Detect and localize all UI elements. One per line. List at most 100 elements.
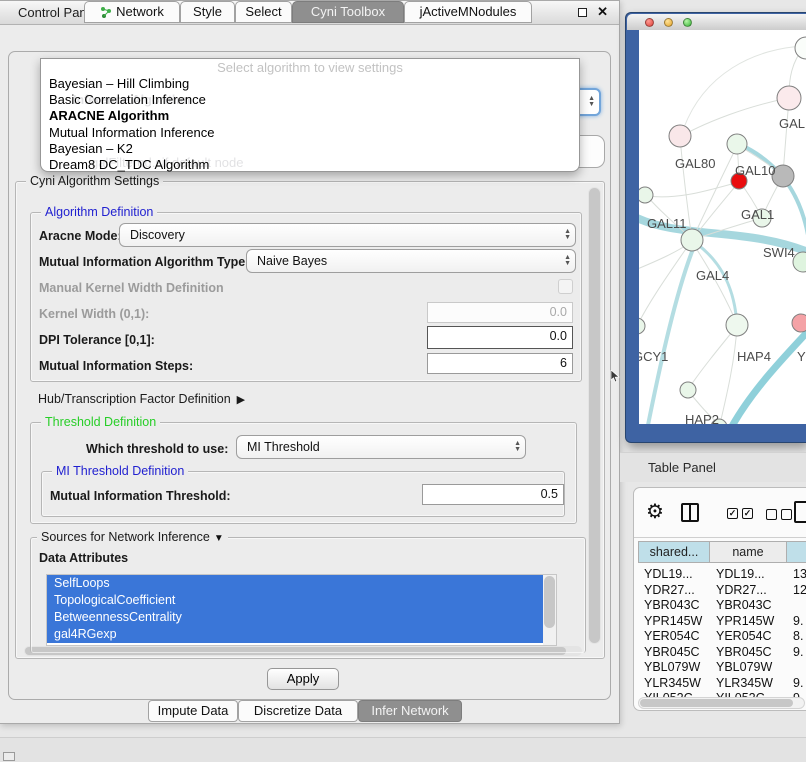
checked-checkbox-icon[interactable]: ✓ [727, 508, 738, 519]
table-cell[interactable]: YDL19... [644, 567, 710, 583]
table-cell[interactable]: YBL079W [716, 660, 787, 676]
network-node[interactable] [795, 37, 806, 59]
scrollbar-thumb[interactable] [544, 576, 555, 628]
table-cell[interactable]: YBR045C [716, 645, 787, 661]
unchecked-checkbox-icon[interactable] [766, 509, 777, 520]
mi-type-combo[interactable]: Naive Bayes ▲▼ [246, 249, 576, 273]
network-edge[interactable] [639, 240, 692, 326]
minimize-traffic-light-icon[interactable] [664, 18, 673, 27]
table-cell[interactable]: YDL19... [716, 567, 787, 583]
bottom-tab-impute-data[interactable]: Impute Data [148, 700, 238, 722]
network-edge[interactable] [647, 182, 739, 197]
column-header[interactable]: shared... [638, 541, 710, 563]
network-edge[interactable] [720, 326, 737, 424]
columns-icon[interactable] [681, 503, 699, 522]
column-header[interactable] [787, 541, 806, 563]
network-edge[interactable] [692, 242, 737, 324]
network-node-gal11[interactable] [639, 187, 653, 203]
network-node-gal[interactable] [777, 86, 801, 110]
document-icon[interactable] [794, 501, 806, 523]
scrollbar-thumb[interactable] [640, 699, 793, 707]
table-cell[interactable]: YBR045C [644, 645, 710, 661]
attribute-list-item[interactable]: BetweennessCentrality [47, 609, 543, 626]
table-cell[interactable]: 9. [793, 676, 806, 692]
which-threshold-combo[interactable]: MI Threshold ▲▼ [236, 435, 526, 459]
attribute-list-item[interactable]: SelfLoops [47, 575, 543, 592]
table-cell[interactable]: YDR27... [644, 583, 710, 599]
table-cell[interactable]: YDR27... [716, 583, 787, 599]
gear-icon[interactable]: ⚙ [646, 499, 664, 524]
network-node-gal10[interactable] [727, 134, 747, 154]
mi-threshold-label: Mutual Information Threshold: [50, 489, 231, 503]
network-view-window[interactable]: GALGAL80GAL10GAL1GAL11SWI4GAL4GCY1HAP4YH… [625, 12, 806, 443]
network-node-y[interactable] [792, 314, 806, 332]
dpi-tolerance-field[interactable]: 0.0 [427, 326, 573, 349]
dropdown-item[interactable]: Bayesian – K2 [49, 141, 571, 157]
bottom-tab-infer-network[interactable]: Infer Network [358, 700, 462, 722]
network-node-hap2[interactable] [680, 382, 696, 398]
list-scrollbar[interactable] [543, 575, 556, 645]
table-cell[interactable]: YLR345W [644, 676, 710, 692]
table-cell[interactable]: YBL079W [644, 660, 710, 676]
network-window-titlebar[interactable] [627, 14, 806, 30]
network-edge[interactable] [731, 326, 806, 424]
close-traffic-light-icon[interactable] [645, 18, 654, 27]
manual-kernel-checkbox[interactable] [558, 279, 573, 294]
node-label: GAL11 [647, 216, 687, 231]
kernel-width-field[interactable]: 0.0 [427, 302, 573, 323]
table-horizontal-scrollbar[interactable] [638, 697, 805, 709]
group-title: Algorithm Definition [41, 205, 157, 219]
mi-threshold-field[interactable]: 0.5 [422, 484, 564, 505]
network-canvas[interactable]: GALGAL80GAL10GAL1GAL11SWI4GAL4GCY1HAP4YH… [639, 30, 806, 424]
dropdown-item[interactable]: Dream8 DC_TDC Algorithm [49, 157, 571, 173]
scrollbar-thumb[interactable] [589, 188, 600, 643]
table-cell[interactable] [793, 660, 806, 676]
group-title: Threshold Definition [41, 415, 160, 429]
table-cell[interactable]: 12 [793, 583, 806, 599]
checked-checkbox-icon[interactable]: ✓ [742, 508, 753, 519]
network-node-gal4[interactable] [681, 229, 703, 251]
table-cell[interactable]: YER054C [644, 629, 710, 645]
settings-vertical-scrollbar[interactable] [588, 187, 601, 644]
network-edge[interactable] [681, 98, 789, 136]
resize-grip-icon[interactable] [3, 752, 15, 761]
table-cell[interactable]: YPR145W [644, 614, 710, 630]
bottom-tab-discretize-data[interactable]: Discretize Data [238, 700, 358, 722]
attribute-list-item[interactable]: gal4RGexp [47, 626, 543, 643]
tab-jactivemnodules[interactable]: jActiveMNodules [404, 1, 532, 23]
attribute-table: shared...nameYDL19...YDL19...13YDR27...Y… [638, 541, 806, 710]
table-cell[interactable]: YBR043C [716, 598, 787, 614]
tab-select[interactable]: Select [235, 1, 292, 23]
table-cell[interactable]: 8. [793, 629, 806, 645]
network-edge[interactable] [697, 244, 737, 326]
network-node-gal80[interactable] [669, 125, 691, 147]
hub-definition-expander[interactable]: Hub/Transcription Factor Definition▶ [38, 392, 245, 406]
tab-network[interactable]: Network [84, 1, 180, 23]
dropdown-item[interactable]: Bayesian – Hill Climbing [49, 76, 571, 92]
tab-style[interactable]: Style [180, 1, 235, 23]
table-cell[interactable]: 9. [793, 645, 806, 661]
aracne-mode-combo[interactable]: Discovery ▲▼ [119, 223, 576, 247]
attribute-list-item[interactable]: TopologicalCoefficient [47, 592, 543, 609]
dropdown-item[interactable]: Basic Correlation Inference [49, 92, 571, 108]
column-header[interactable]: name [710, 541, 787, 563]
mi-steps-field[interactable]: 6 [427, 353, 573, 374]
dropdown-item[interactable]: ARACNE Algorithm [49, 108, 571, 124]
table-cell[interactable]: YER054C [716, 629, 787, 645]
sources-group-title[interactable]: Sources for Network Inference▼ [37, 530, 228, 544]
table-cell[interactable]: 9. [793, 614, 806, 630]
zoom-traffic-light-icon[interactable] [683, 18, 692, 27]
network-node-swi4[interactable] [793, 252, 806, 272]
table-cell[interactable] [793, 598, 806, 614]
table-cell[interactable]: YPR145W [716, 614, 787, 630]
apply-button[interactable]: Apply [267, 668, 339, 690]
network-node-gcy1[interactable] [639, 318, 645, 334]
table-cell[interactable]: YLR345W [716, 676, 787, 692]
tab-cyni-toolbox[interactable]: Cyni Toolbox [292, 1, 404, 23]
dropdown-item[interactable]: Mutual Information Inference [49, 125, 571, 141]
unchecked-checkbox-icon[interactable] [781, 509, 792, 520]
network-node-hap4[interactable] [726, 314, 748, 336]
data-attributes-list[interactable]: SelfLoopsTopologicalCoefficientBetweenne… [46, 574, 557, 646]
table-cell[interactable]: YBR043C [644, 598, 710, 614]
table-cell[interactable]: 13 [793, 567, 806, 583]
